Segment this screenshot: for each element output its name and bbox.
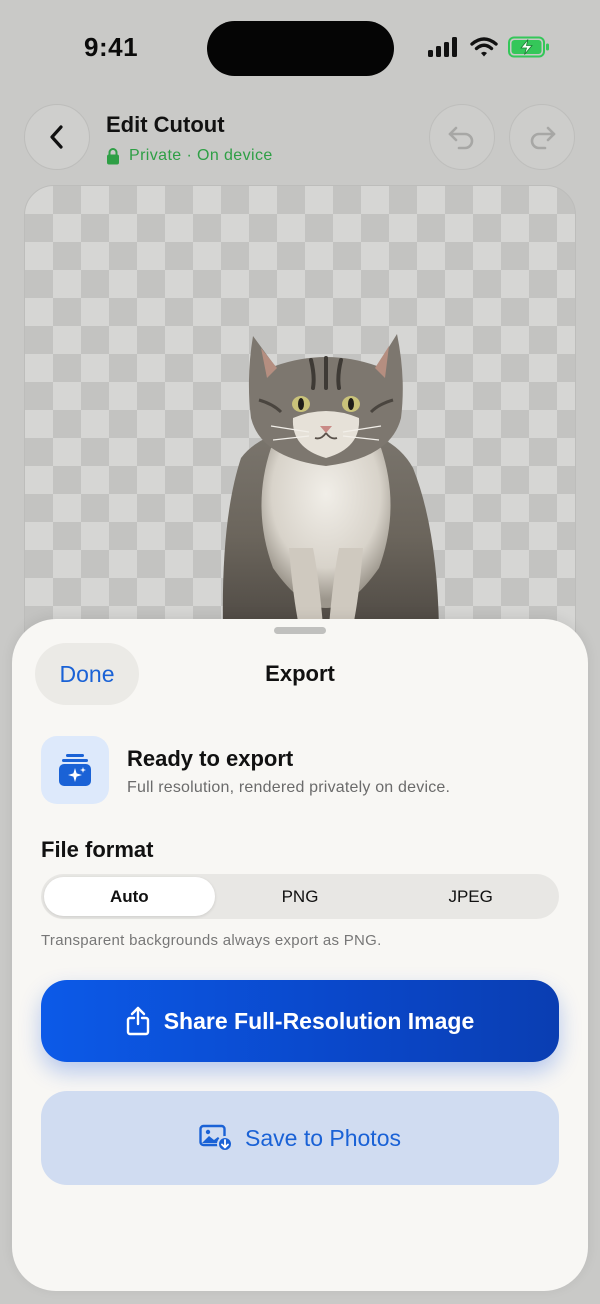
stack-sparkle-icon [59,754,91,786]
status-icons [428,36,550,58]
sheet-title: Export [265,661,335,686]
privacy-status: Private · On device [106,147,273,165]
share-icon [126,1006,149,1036]
back-button[interactable] [24,104,90,170]
share-button-label: Share Full-Resolution Image [163,1007,475,1034]
redo-icon [530,126,556,150]
cat-cutout-image [222,334,439,628]
status-time: 9:41 [84,32,139,62]
file-format-label: File format [41,837,154,862]
undo-icon [448,126,474,150]
cellular-signal-icon [428,37,457,57]
ready-title: Ready to export [127,746,294,771]
lock-icon [107,148,119,165]
file-format-segmented-control: Auto PNG JPEG [41,874,559,919]
ready-subtitle: Full resolution, rendered privately on d… [127,779,451,796]
file-format-hint: Transparent backgrounds always export as… [41,932,382,949]
format-option-auto[interactable]: Auto [44,877,215,916]
status-bar: 9:41 [0,0,600,96]
redo-button[interactable] [509,104,575,170]
ready-export-icon-tile [41,736,109,804]
chevron-left-icon [50,125,63,149]
share-full-resolution-button[interactable]: Share Full-Resolution Image [41,980,559,1062]
privacy-status-label: Private · On device [129,147,273,164]
undo-button[interactable] [429,104,495,170]
wifi-icon [470,37,498,57]
header-title-block: Edit Cutout Private · On device [106,112,273,165]
sheet-grabber[interactable] [274,627,326,634]
save-to-photos-button[interactable]: Save to Photos [41,1091,559,1185]
photo-download-icon [199,1124,233,1152]
battery-charging-icon [508,36,549,58]
dynamic-island [207,21,394,76]
page-title: Edit Cutout [106,112,225,137]
format-option-jpeg[interactable]: JPEG [385,877,556,916]
save-button-label: Save to Photos [245,1124,401,1151]
export-sheet: Done Export Ready to export Full resolut… [12,619,588,1291]
format-option-png[interactable]: PNG [215,877,386,916]
